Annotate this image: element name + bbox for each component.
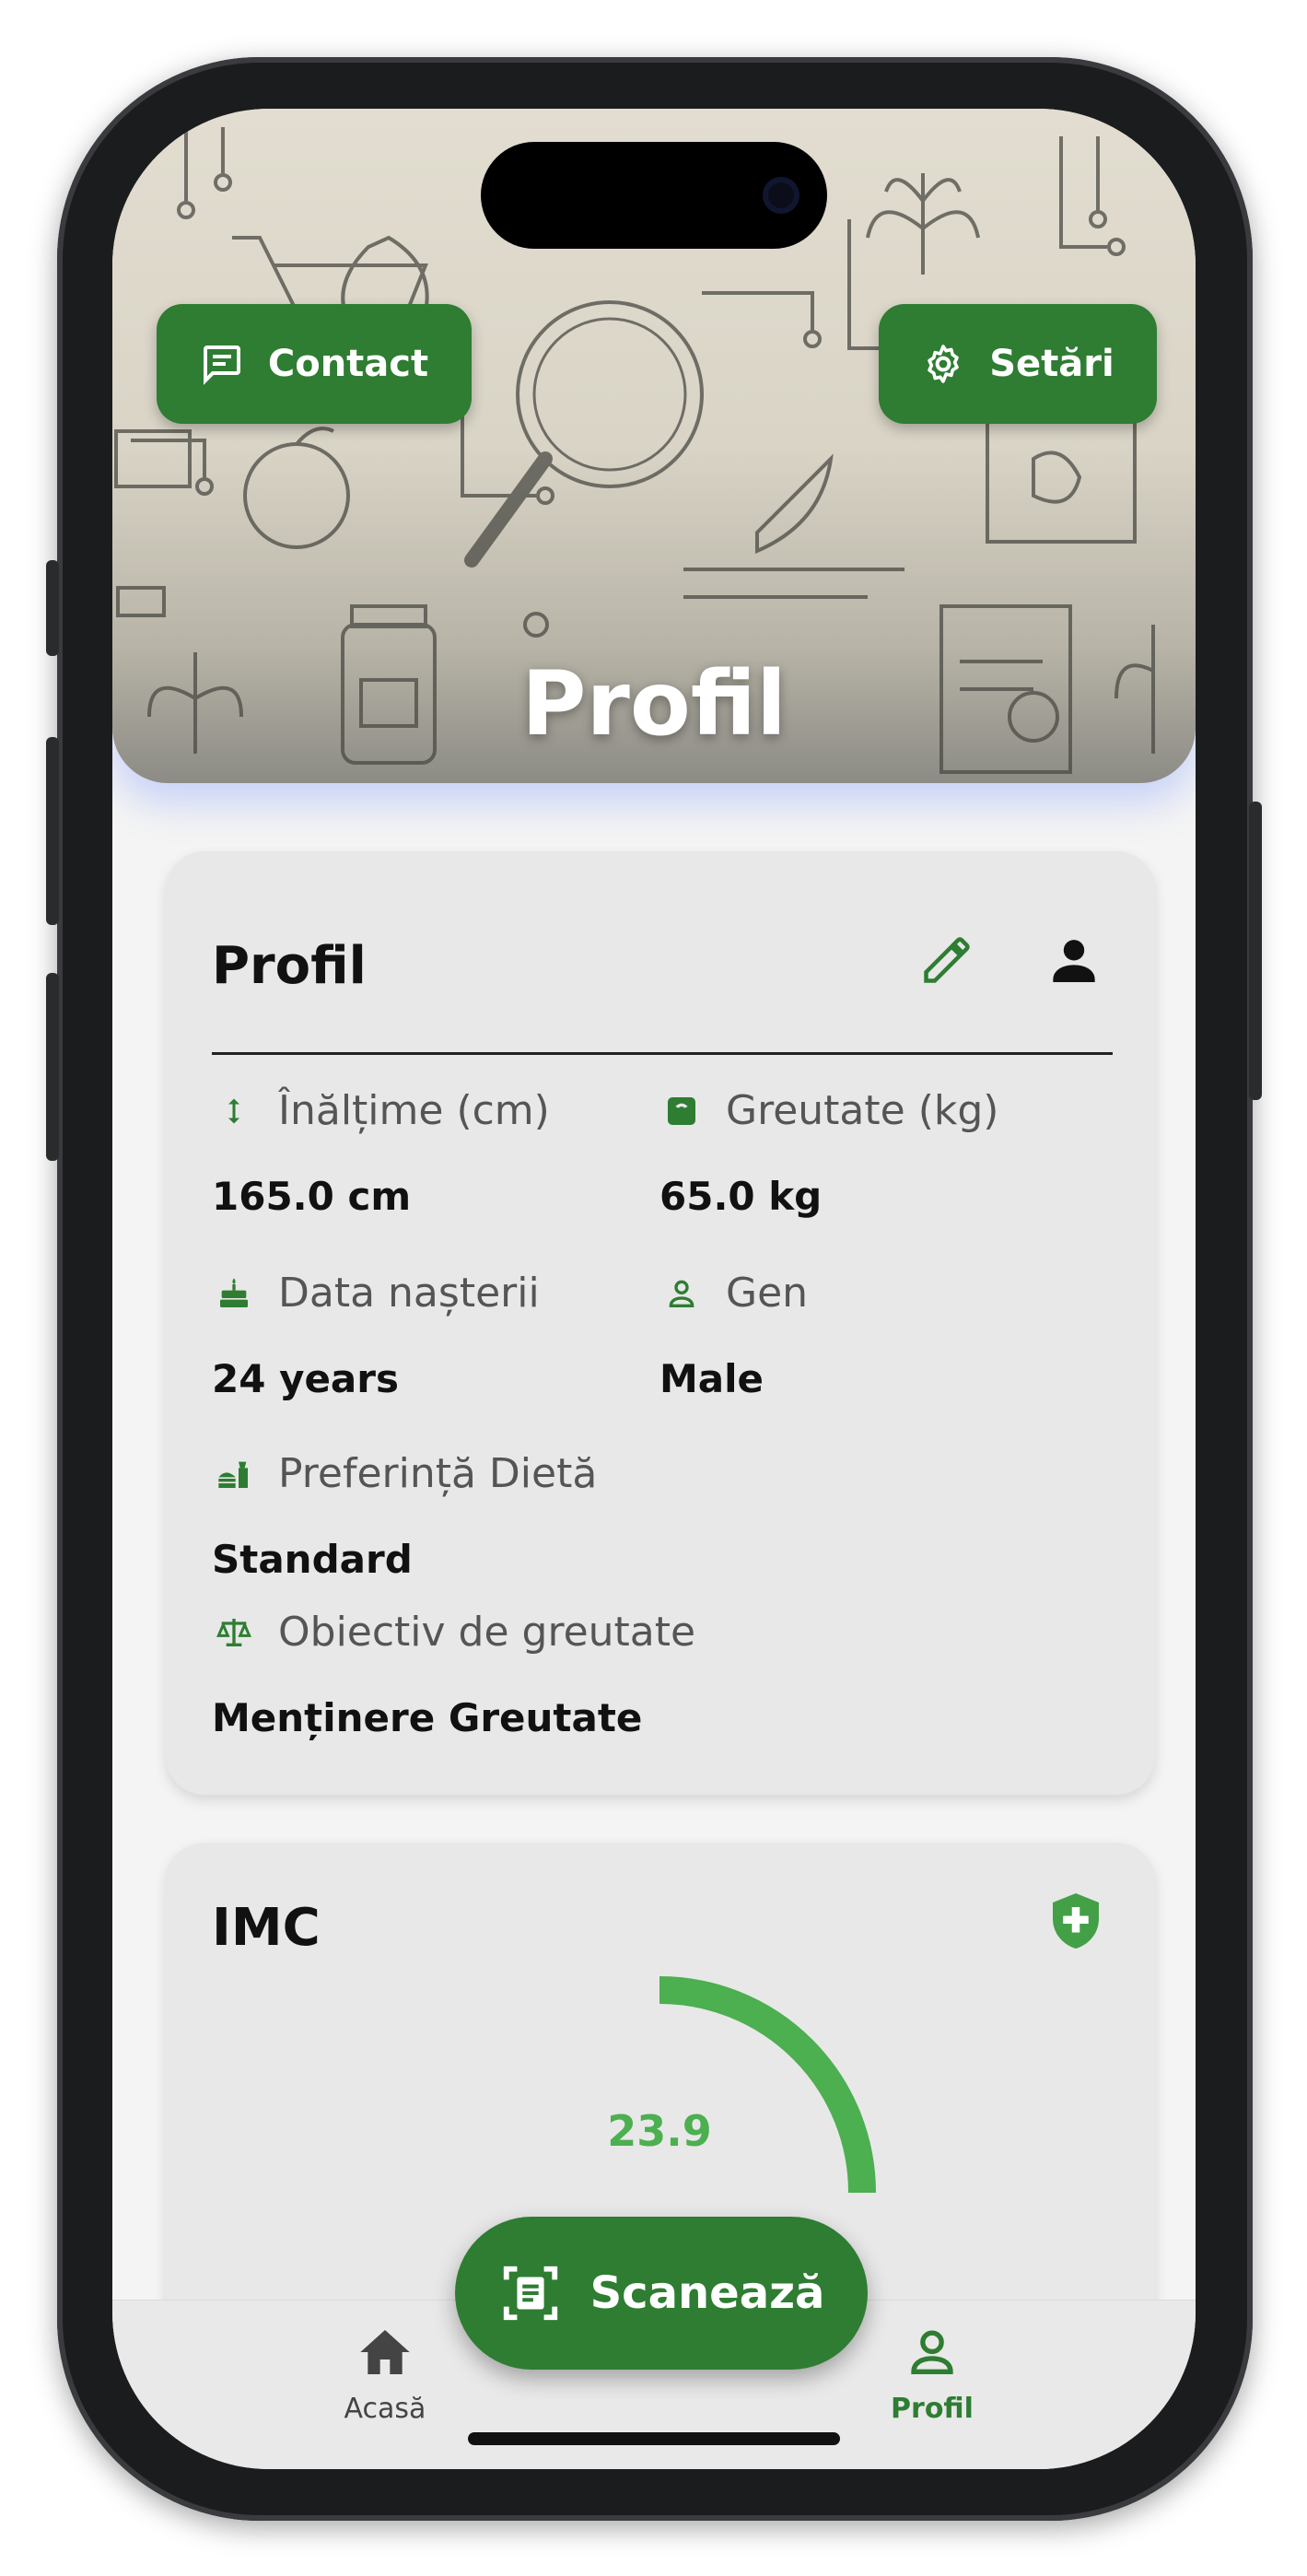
home-indicator [468,2432,840,2445]
height-value: 165.0 cm [212,1174,412,1219]
profile-card: Profil Înălțime (cm) 165.0 cm Greutate (… [166,851,1155,1795]
profile-card-title: Profil [212,936,367,996]
weight-label: Greutate (kg) [659,1087,998,1134]
weight-value: 65.0 kg [659,1174,823,1219]
imc-gauge-arc [659,1976,876,2194]
cake-icon [212,1271,256,1316]
gender-label: Gen [659,1270,808,1317]
gender-value: Male [659,1356,764,1401]
document-scan-icon [503,2266,557,2321]
settings-label: Setări [989,343,1114,385]
person-outline-icon [911,2330,953,2374]
page-title: Profil [521,652,787,755]
height-label: Înălțime (cm) [212,1087,550,1134]
home-icon [360,2330,410,2374]
volume-down-button [46,973,59,1161]
person-outline-icon [659,1271,704,1316]
dynamic-island [481,142,827,249]
card-divider [212,1052,1113,1055]
food-icon [212,1452,256,1496]
weight-goal-value: Menținere Greutate [212,1695,643,1740]
contact-label: Contact [267,343,429,385]
nav-item-home[interactable]: Acasă [293,2323,477,2425]
diet-value: Standard [212,1537,413,1582]
balance-icon [212,1610,256,1655]
settings-button[interactable]: Setări [879,304,1157,424]
nav-label-home: Acasă [344,2393,426,2425]
front-camera [763,177,799,214]
gear-icon [928,345,960,383]
birthdate-value: 24 years [212,1356,399,1401]
phone-screen: Profil Contact Setări Profil Înălțime (c… [112,109,1196,2469]
volume-up-button [46,737,59,925]
power-button [1249,802,1262,1100]
scan-label: Scanează [589,2267,825,2319]
pencil-icon[interactable] [919,932,974,988]
person-icon [1053,940,1095,982]
scale-icon [659,1089,704,1133]
contact-button[interactable]: Contact [157,304,472,424]
action-button [46,560,59,656]
height-arrows-icon [212,1089,256,1133]
nav-label-profile: Profil [891,2393,974,2425]
birthdate-label: Data nașterii [212,1270,540,1317]
scan-button[interactable]: Scanează [455,2217,868,2370]
diet-label: Preferință Dietă [212,1450,597,1497]
nav-item-profile[interactable]: Profil [840,2323,1024,2425]
imc-value: 23.9 [607,2106,712,2156]
chat-icon [203,345,240,385]
weight-goal-label: Obiectiv de greutate [212,1609,695,1656]
